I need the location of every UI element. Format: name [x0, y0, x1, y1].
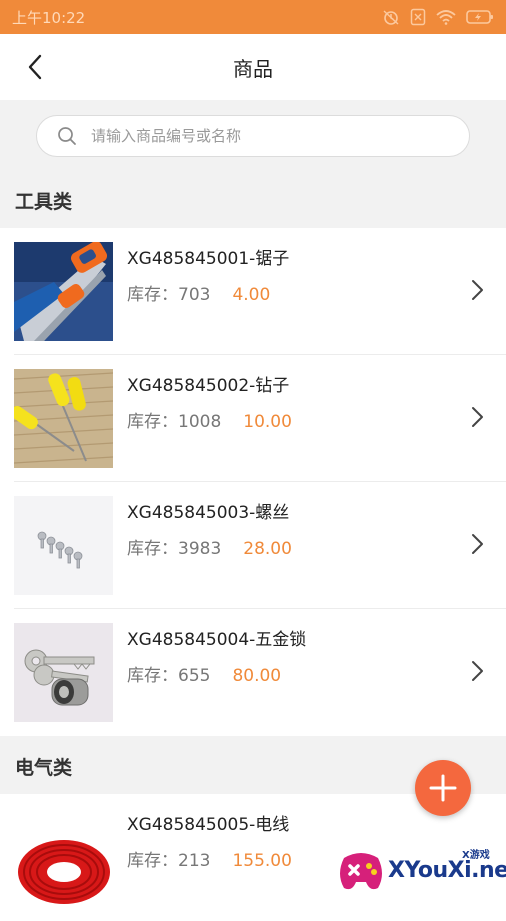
product-row[interactable]: XG485845004-五金锁 库存：655 80.00 — [0, 609, 506, 736]
product-image — [14, 808, 113, 907]
search-bar — [36, 115, 470, 157]
product-name: XG485845005-电线 — [127, 815, 290, 835]
stock-value: 655 — [178, 666, 211, 686]
alarm-icon — [383, 10, 399, 25]
sim-icon — [410, 8, 426, 26]
stock-label: 库存： — [127, 285, 178, 305]
product-stock-line: 库存：3983 28.00 — [127, 534, 292, 559]
product-image — [14, 623, 113, 722]
stock-label: 库存： — [127, 539, 178, 559]
product-image — [14, 369, 113, 468]
product-name: XG485845001-锯子 — [127, 249, 290, 269]
search-icon — [58, 127, 76, 145]
status-time: 上午10:22 — [12, 8, 86, 27]
product-image — [14, 242, 113, 341]
product-price: 4.00 — [232, 285, 271, 305]
watermark-brand: XYouXi.net — [388, 858, 506, 883]
chevron-right-icon — [472, 534, 483, 554]
stock-value: 703 — [178, 285, 211, 305]
product-price: 10.00 — [243, 412, 292, 432]
product-stock-line: 库存：213 155.00 — [127, 846, 292, 871]
product-name: XG485845003-螺丝 — [127, 503, 290, 523]
page-title: 商品 — [233, 56, 273, 81]
product-row[interactable]: XG485845002-钻子 库存：1008 10.00 — [0, 355, 506, 482]
status-icons — [382, 8, 494, 26]
stock-value: 213 — [178, 851, 211, 871]
wifi-icon — [436, 10, 456, 25]
stock-value: 3983 — [178, 539, 222, 559]
stock-label: 库存： — [127, 666, 178, 686]
product-price: 80.00 — [232, 666, 282, 686]
product-stock-line: 库存：1008 10.00 — [127, 407, 292, 432]
chevron-right-icon — [472, 407, 483, 427]
search-input[interactable] — [89, 126, 433, 146]
product-row[interactable]: XG485845003-螺丝 库存：3983 28.00 — [0, 482, 506, 609]
stock-label: 库存： — [127, 851, 178, 871]
category-header-tools: 工具类 — [15, 190, 73, 213]
product-stock-line: 库存：703 4.00 — [127, 280, 270, 305]
stock-label: 库存： — [127, 412, 178, 432]
product-stock-line: 库存：655 80.00 — [127, 661, 281, 686]
add-product-button[interactable] — [415, 760, 471, 816]
product-price: 155.00 — [232, 851, 292, 871]
back-button[interactable] — [18, 50, 52, 84]
product-price: 28.00 — [243, 539, 292, 559]
status-bar: 上午10:22 — [0, 0, 506, 34]
plus-icon — [429, 774, 457, 802]
nav-bar: 商品 — [0, 34, 506, 100]
product-name: XG485845004-五金锁 — [127, 630, 307, 650]
chevron-right-icon — [472, 661, 483, 681]
battery-icon — [466, 10, 493, 24]
chevron-left-icon — [28, 54, 42, 80]
product-image — [14, 496, 113, 595]
product-row[interactable]: XG485845001-锯子 库存：703 4.00 — [0, 228, 506, 355]
watermark: X游戏 XYouXi.net — [336, 838, 506, 896]
chevron-right-icon — [472, 280, 483, 300]
stock-value: 1008 — [178, 412, 222, 432]
product-name: XG485845002-钻子 — [127, 376, 290, 396]
gamepad-logo-icon — [340, 853, 382, 890]
